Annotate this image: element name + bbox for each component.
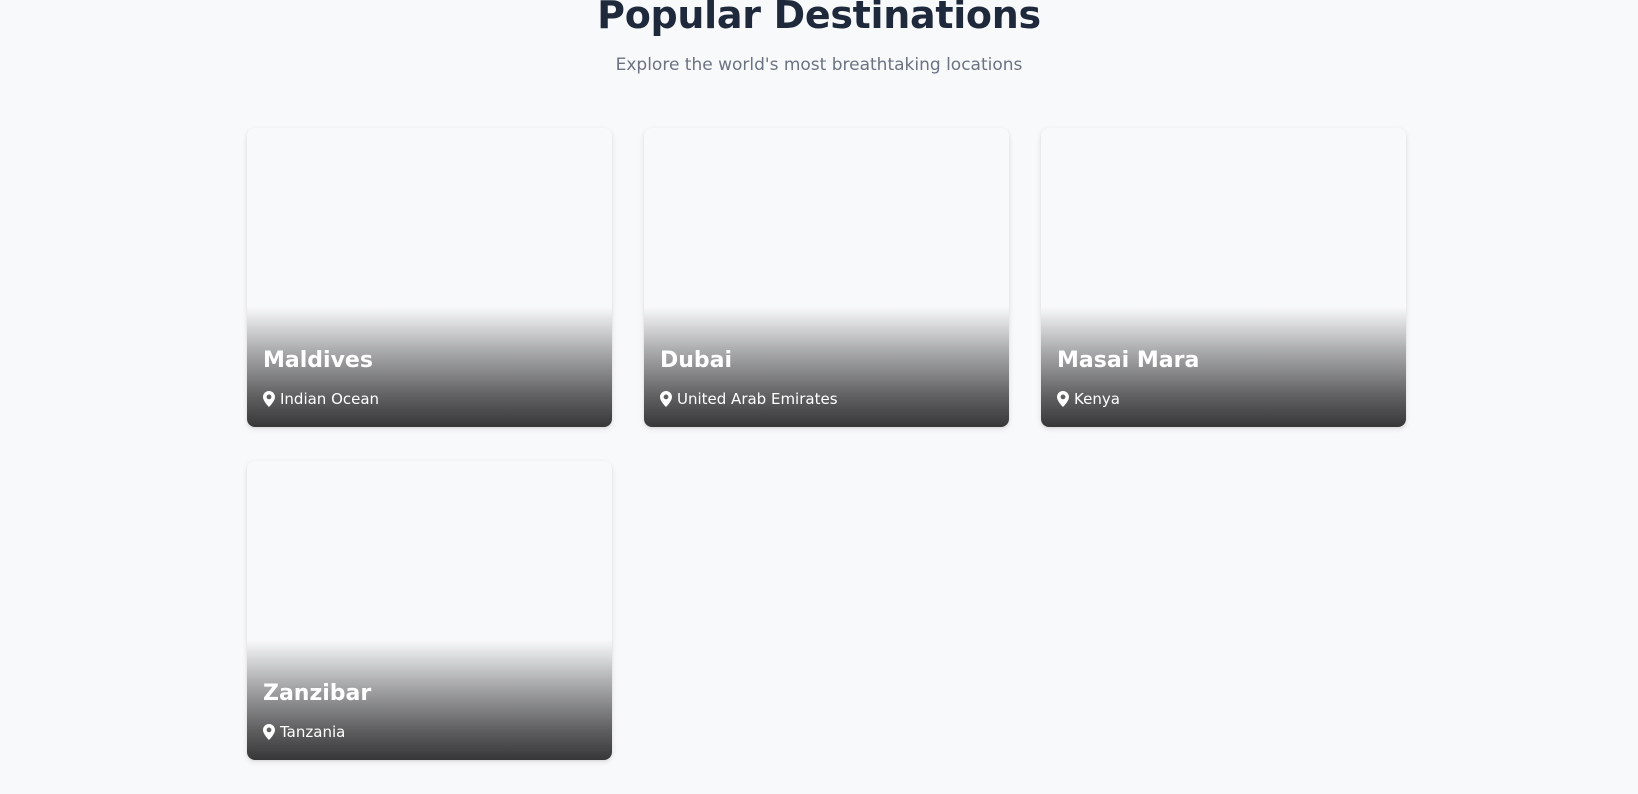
page-title: Popular Destinations	[597, 0, 1041, 37]
destination-location: United Arab Emirates	[660, 389, 838, 409]
destination-card-maldives[interactable]: Maldives Indian Ocean	[247, 128, 612, 427]
destination-location: Kenya	[1057, 389, 1120, 409]
destination-card-zanzibar[interactable]: Zanzibar Tanzania	[247, 461, 612, 760]
destination-location: Tanzania	[263, 722, 345, 742]
destination-card-masai-mara[interactable]: Masai Mara Kenya	[1041, 128, 1406, 427]
destination-name: Dubai	[660, 348, 733, 373]
destination-card-dubai[interactable]: Dubai United Arab Emirates	[644, 128, 1009, 427]
page-subtitle: Explore the world's most breathtaking lo…	[615, 55, 1023, 75]
destination-location-label: Indian Ocean	[280, 390, 380, 408]
destination-location: Indian Ocean	[263, 389, 379, 409]
destination-location-label: United Arab Emirates	[677, 390, 838, 408]
destination-location-label: Tanzania	[280, 723, 346, 741]
destination-location-label: Kenya	[1074, 390, 1120, 408]
map-pin-icon	[263, 391, 275, 407]
destination-name: Maldives	[263, 348, 373, 373]
destination-name: Masai Mara	[1057, 348, 1200, 373]
map-pin-icon	[1057, 391, 1069, 407]
map-pin-icon	[263, 724, 275, 740]
destination-name: Zanzibar	[263, 681, 372, 706]
map-pin-icon	[660, 391, 672, 407]
